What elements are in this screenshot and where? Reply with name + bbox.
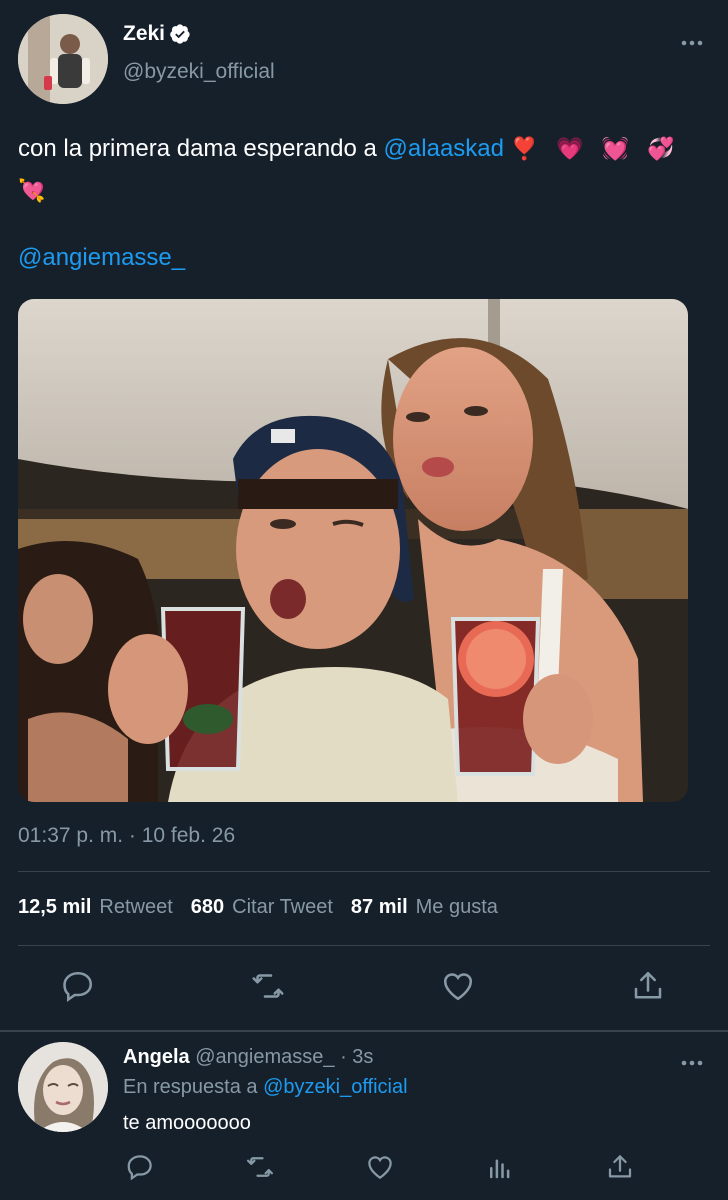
- retweets-label: Retweet: [99, 896, 173, 918]
- tweet-photo[interactable]: [18, 299, 688, 802]
- retweet-icon[interactable]: [250, 968, 286, 1004]
- tweet-stats: 12,5 mil Retweet 680 Citar Tweet 87 mil Me …: [18, 896, 498, 919]
- reply-more-options-icon[interactable]: [680, 1054, 704, 1066]
- mention-link-2[interactable]: @angiemasse_: [18, 244, 185, 272]
- reply-header: Angela @angiemasse_ · 3s: [123, 1046, 373, 1069]
- quotes-label: Citar Tweet: [232, 896, 333, 918]
- divider: [18, 871, 710, 872]
- tweet-text-body: con la primera dama esperando a: [18, 135, 384, 162]
- reply-time: · 3s: [334, 1046, 374, 1068]
- likes-stat[interactable]: 87 mil Me gusta: [351, 896, 498, 919]
- analytics-icon[interactable]: [485, 1152, 515, 1182]
- reply-action-bar: [0, 1152, 728, 1188]
- reply-icon[interactable]: [60, 968, 96, 1004]
- likes-label: Me gusta: [415, 896, 498, 918]
- in-reply-to-handle[interactable]: @byzeki_official: [263, 1076, 407, 1098]
- section-divider: [0, 1030, 728, 1032]
- retweets-count: 12,5 mil: [18, 896, 92, 918]
- reply-author-name[interactable]: Angela: [123, 1046, 190, 1068]
- reply-text: te amooooooo: [123, 1112, 251, 1134]
- likes-count: 87 mil: [350, 896, 408, 918]
- share-icon[interactable]: [605, 1152, 635, 1182]
- tweet-text: con la primera dama esperando a @alaaska…: [18, 128, 708, 212]
- author-avatar[interactable]: [18, 14, 108, 104]
- tweet-timestamp[interactable]: 01:37 p. m. · 10 feb. 26: [18, 824, 235, 848]
- like-icon[interactable]: [365, 1152, 395, 1182]
- share-icon[interactable]: [630, 968, 666, 1004]
- retweets-stat[interactable]: 12,5 mil Retweet: [18, 896, 173, 919]
- quotes-stat[interactable]: 680 Citar Tweet: [191, 896, 333, 919]
- reply-icon[interactable]: [125, 1152, 155, 1182]
- like-icon[interactable]: [440, 968, 476, 1004]
- more-options-icon[interactable]: [680, 34, 704, 46]
- verified-badge-icon: [169, 23, 191, 45]
- divider: [18, 945, 710, 946]
- reply-author-handle[interactable]: @angiemasse_: [195, 1046, 334, 1068]
- tweet-action-bar: [0, 968, 728, 1008]
- reply-author-avatar[interactable]: [18, 1042, 108, 1132]
- author-handle[interactable]: @byzeki_official: [123, 60, 275, 84]
- mention-link[interactable]: @alaaskad: [384, 135, 504, 162]
- retweet-icon[interactable]: [245, 1152, 275, 1182]
- quotes-count: 680: [190, 896, 225, 918]
- author-name[interactable]: Zeki: [123, 22, 165, 46]
- author-name-row[interactable]: Zeki: [123, 22, 191, 46]
- in-reply-to-label: En respuesta a: [123, 1076, 264, 1098]
- in-reply-to: En respuesta a @byzeki_official: [123, 1076, 408, 1099]
